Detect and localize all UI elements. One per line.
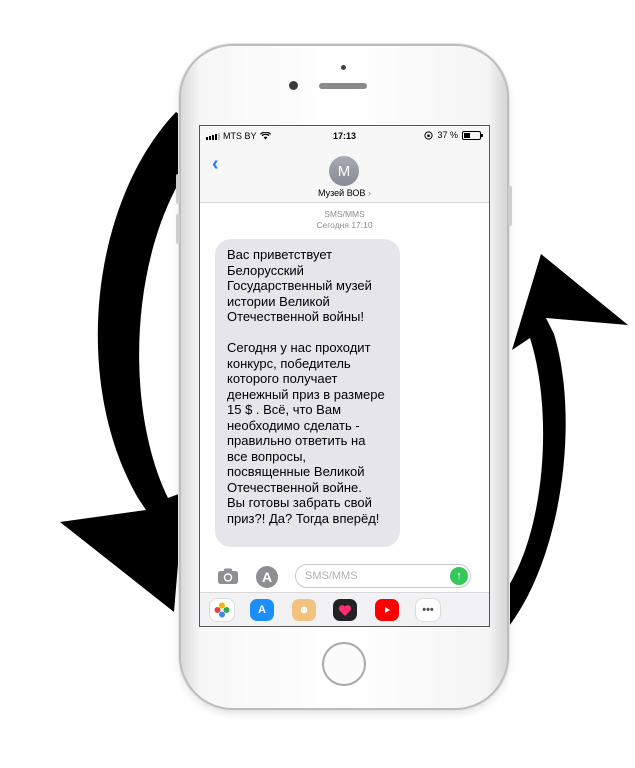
back-chevron-icon[interactable]: ‹ — [212, 154, 219, 174]
youtube-app-icon[interactable] — [375, 599, 399, 621]
thread-meta: SMS/MMS Сегодня 17:10 — [200, 209, 489, 231]
message-composer: A SMS/MMS ↑ — [200, 560, 489, 592]
orientation-lock-icon — [424, 130, 434, 140]
heart-icon — [338, 604, 352, 616]
apps-icon[interactable]: A — [256, 566, 278, 588]
sensor-dot — [341, 65, 346, 70]
message-timestamp: Сегодня 17:10 — [316, 220, 373, 230]
chevron-right-icon: › — [367, 188, 371, 198]
photos-app-icon[interactable] — [210, 599, 234, 621]
front-camera — [289, 81, 298, 90]
volume-button — [176, 174, 180, 204]
battery-fill — [464, 132, 470, 138]
power-button — [508, 186, 512, 226]
app-drawer: A ☻ ••• — [200, 592, 489, 626]
battery-group: 37 % — [424, 130, 483, 140]
battery-percent: 37 % — [437, 130, 458, 140]
contact-name-button[interactable]: Музей ВОВ › — [200, 188, 489, 198]
more-apps-icon[interactable]: ••• — [416, 599, 440, 621]
photos-flower-icon — [214, 602, 230, 618]
contact-avatar[interactable]: М — [329, 156, 359, 186]
iphone-frame: MTS BY 17:13 37 % ‹ М Музей ВОВ › SMS/MM… — [176, 46, 512, 708]
app-store-app-icon[interactable]: A — [250, 599, 274, 621]
play-icon — [385, 607, 390, 613]
incoming-message-bubble[interactable]: Вас приветствует Белорусский Государстве… — [215, 239, 400, 547]
phone-screen: MTS BY 17:13 37 % ‹ М Музей ВОВ › SMS/MM… — [200, 126, 489, 626]
right-up-arrow — [488, 254, 628, 630]
status-bar: MTS BY 17:13 37 % — [200, 126, 489, 146]
camera-icon[interactable] — [217, 568, 239, 585]
earpiece-speaker — [319, 83, 367, 89]
message-input[interactable]: SMS/MMS — [295, 564, 471, 588]
channel-label: SMS/MMS — [324, 209, 365, 219]
conversation-header: ‹ М Музей ВОВ › — [200, 146, 489, 203]
memoji-app-icon[interactable]: ☻ — [292, 599, 316, 621]
contact-name: Музей ВОВ — [318, 188, 366, 198]
home-button[interactable] — [322, 642, 366, 686]
battery-icon — [462, 130, 483, 140]
send-arrow-icon[interactable]: ↑ — [450, 567, 468, 585]
volume-button — [176, 214, 180, 244]
digital-touch-icon[interactable] — [333, 599, 357, 621]
